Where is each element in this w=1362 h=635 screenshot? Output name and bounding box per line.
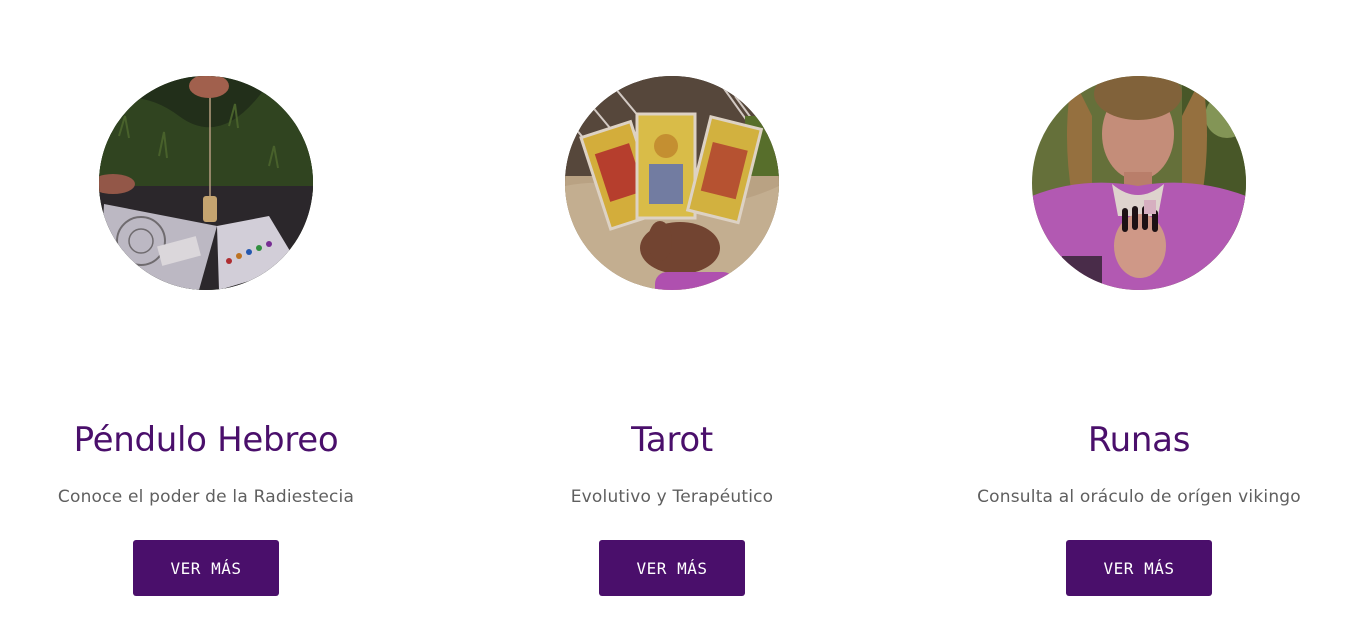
tarot-photo — [565, 76, 779, 290]
ver-mas-button[interactable]: VER MÁS — [133, 540, 279, 596]
service-title: Péndulo Hebreo — [73, 420, 339, 460]
service-subtitle: Consulta al oráculo de orígen vikingo — [977, 487, 1301, 507]
runas-photo — [1032, 76, 1246, 290]
service-card-pendulo: Péndulo Hebreo Conoce el poder de la Rad… — [0, 0, 426, 635]
service-title: Tarot — [631, 420, 713, 460]
service-card-tarot: Tarot Evolutivo y Terapéutico VER MÁS — [452, 0, 892, 635]
pendulum-photo — [99, 76, 313, 290]
service-subtitle: Evolutivo y Terapéutico — [570, 487, 774, 507]
service-subtitle: Conoce el poder de la Radiestecia — [57, 487, 355, 507]
service-title: Runas — [1087, 420, 1191, 460]
services-section: Péndulo Hebreo Conoce el poder de la Rad… — [0, 0, 1362, 635]
ver-mas-button[interactable]: VER MÁS — [599, 540, 745, 596]
ver-mas-button[interactable]: VER MÁS — [1066, 540, 1212, 596]
service-card-runas: Runas Consulta al oráculo de orígen viki… — [919, 0, 1359, 635]
